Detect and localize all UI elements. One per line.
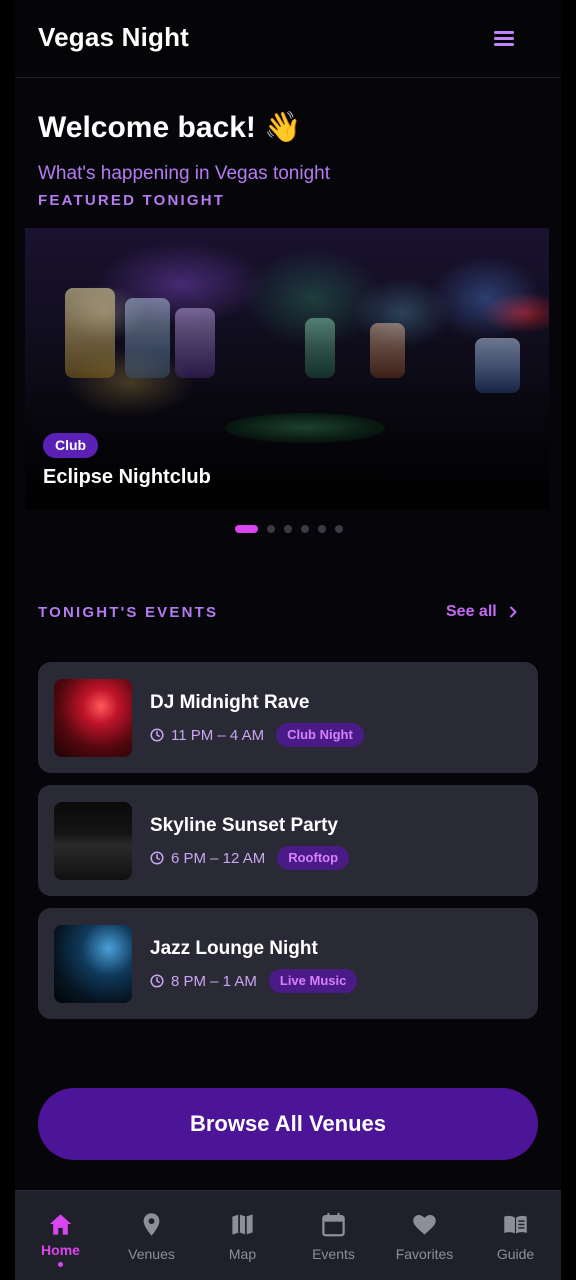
nav-item-home[interactable]: Home bbox=[15, 1191, 106, 1280]
carousel-pagination bbox=[235, 525, 343, 533]
app-title: Vegas Night bbox=[38, 22, 190, 52]
featured-carousel-slide[interactable]: Club Eclipse Nightclub bbox=[25, 228, 549, 510]
carousel-dot[interactable] bbox=[335, 525, 343, 533]
clock-icon bbox=[150, 851, 164, 865]
clock-icon bbox=[150, 974, 164, 988]
event-title: Skyline Sunset Party bbox=[150, 815, 338, 836]
event-time: 6 PM – 12 AM bbox=[171, 849, 266, 867]
event-tag: Rooftop bbox=[277, 846, 350, 870]
browse-all-venues-button[interactable]: Browse All Venues bbox=[38, 1088, 538, 1160]
event-title: DJ Midnight Rave bbox=[150, 692, 310, 713]
event-thumbnail bbox=[54, 925, 132, 1003]
carousel-dot[interactable] bbox=[267, 525, 275, 533]
event-time: 8 PM – 1 AM bbox=[171, 972, 257, 990]
featured-venue-title: Eclipse Nightclub bbox=[43, 466, 211, 488]
event-meta: 11 PM – 4 AM Club Night bbox=[150, 723, 364, 747]
nav-label: Events bbox=[312, 1246, 355, 1262]
event-tag: Club Night bbox=[276, 723, 364, 747]
carousel-dot[interactable] bbox=[318, 525, 326, 533]
see-all-link[interactable]: See all bbox=[446, 603, 519, 621]
top-app-bar: Vegas Night bbox=[15, 0, 561, 78]
map-icon bbox=[232, 1214, 253, 1235]
carousel-dot[interactable] bbox=[301, 525, 309, 533]
events-section-label: TONIGHT'S EVENTS bbox=[38, 604, 219, 621]
event-card[interactable]: Skyline Sunset Party 6 PM – 12 AM Roofto… bbox=[38, 785, 538, 896]
welcome-subtitle: What's happening in Vegas tonight bbox=[38, 163, 331, 184]
welcome-heading: Welcome back! 👋 bbox=[38, 111, 302, 144]
heart-icon bbox=[413, 1214, 436, 1235]
event-time: 11 PM – 4 AM bbox=[171, 726, 265, 744]
event-card[interactable]: Jazz Lounge Night 8 PM – 1 AM Live Music bbox=[38, 908, 538, 1019]
bottom-navigation: Home Venues Map Events Favorites Guide bbox=[15, 1190, 561, 1280]
event-meta: 8 PM – 1 AM Live Music bbox=[150, 969, 358, 993]
menu-icon[interactable] bbox=[491, 25, 519, 53]
event-thumbnail bbox=[54, 679, 132, 757]
nav-label: Guide bbox=[496, 1246, 535, 1262]
chevron-right-icon bbox=[509, 606, 517, 618]
nav-item-venues[interactable]: Venues bbox=[106, 1191, 197, 1280]
event-meta: 6 PM – 12 AM Rooftop bbox=[150, 846, 350, 870]
nav-label: Home bbox=[41, 1242, 80, 1258]
event-card[interactable]: DJ Midnight Rave 11 PM – 4 AM Club Night bbox=[38, 662, 538, 773]
calendar-icon bbox=[322, 1212, 345, 1237]
nav-label: Map bbox=[228, 1246, 257, 1262]
nav-item-guide[interactable]: Guide bbox=[470, 1191, 561, 1280]
home-icon bbox=[49, 1214, 72, 1235]
nav-item-favorites[interactable]: Favorites bbox=[379, 1191, 470, 1280]
clock-icon bbox=[150, 728, 164, 742]
carousel-dot[interactable] bbox=[284, 525, 292, 533]
nav-item-events[interactable]: Events bbox=[288, 1191, 379, 1280]
active-indicator bbox=[58, 1262, 63, 1267]
nav-label: Favorites bbox=[395, 1246, 454, 1262]
book-icon bbox=[504, 1215, 527, 1234]
see-all-label: See all bbox=[446, 603, 497, 620]
map-pin-icon bbox=[143, 1213, 160, 1236]
carousel-dot-active[interactable] bbox=[235, 525, 258, 533]
event-thumbnail bbox=[54, 802, 132, 880]
app-screen: Vegas Night Welcome back! 👋 What's happe… bbox=[15, 0, 561, 1280]
featured-section-label: FEATURED TONIGHT bbox=[38, 192, 226, 209]
event-title: Jazz Lounge Night bbox=[150, 938, 318, 959]
featured-category-badge: Club bbox=[43, 433, 99, 458]
event-tag: Live Music bbox=[268, 969, 358, 993]
nav-label: Venues bbox=[128, 1246, 175, 1262]
nav-item-map[interactable]: Map bbox=[197, 1191, 288, 1280]
